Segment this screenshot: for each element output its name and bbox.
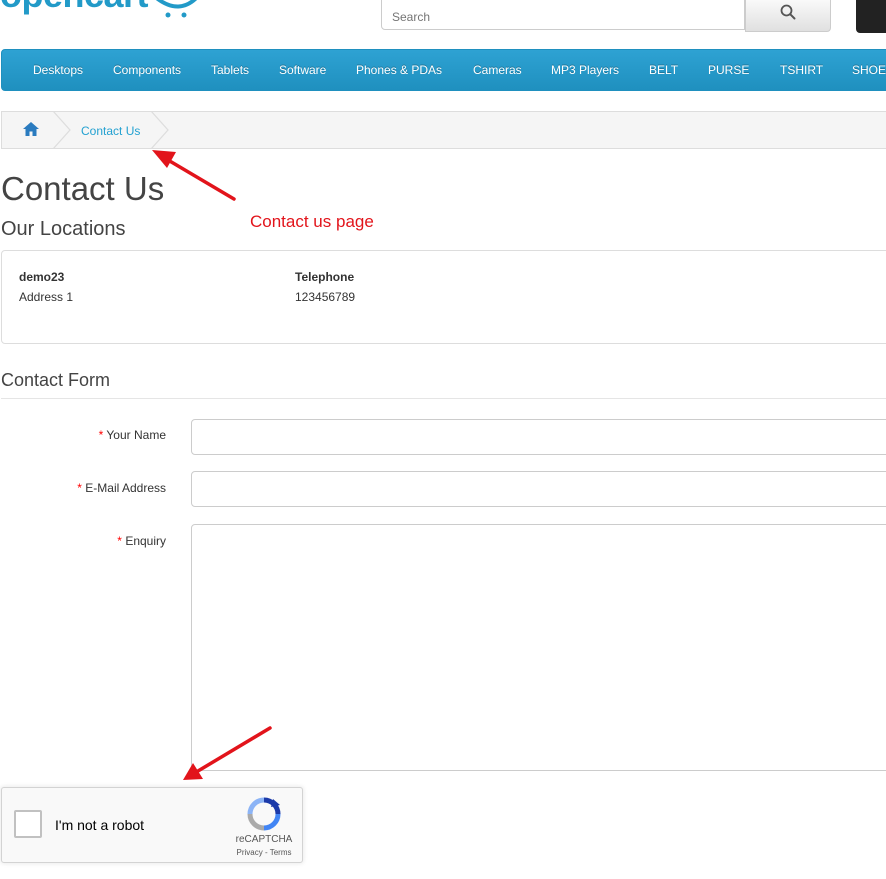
menu-item-purse[interactable]: PURSE xyxy=(708,63,749,77)
your-name-input[interactable] xyxy=(191,419,886,455)
recaptcha-checkbox[interactable] xyxy=(14,810,42,838)
breadcrumb: Contact Us xyxy=(1,111,886,149)
email-label: * E-Mail Address xyxy=(0,481,166,495)
breadcrumb-contact-us[interactable]: Contact Us xyxy=(81,124,140,138)
home-icon[interactable] xyxy=(22,121,40,137)
telephone-label: Telephone xyxy=(295,270,355,284)
breadcrumb-separator xyxy=(150,111,169,149)
search-icon xyxy=(780,4,796,20)
recaptcha-privacy-link[interactable]: Privacy xyxy=(237,848,263,857)
recaptcha-terms-link[interactable]: Terms xyxy=(270,848,292,857)
enquiry-label: * Enquiry xyxy=(0,534,166,548)
recaptcha-links-separator: - xyxy=(264,848,268,857)
menu-item-cameras[interactable]: Cameras xyxy=(473,63,522,77)
email-label-text: E-Mail Address xyxy=(85,481,166,495)
contact-form-legend: Contact Form xyxy=(1,370,111,390)
cart-button[interactable] xyxy=(856,0,886,33)
menu-item-desktops[interactable]: Desktops xyxy=(33,63,83,77)
menu-item-phones-pdas[interactable]: Phones & PDAs xyxy=(356,63,442,77)
recaptcha-links: Privacy - Terms xyxy=(234,848,294,857)
logo-cart-icon xyxy=(156,0,197,18)
recaptcha-logo-icon xyxy=(247,797,281,831)
main-menu: Desktops Components Tablets Software Pho… xyxy=(1,49,886,91)
recaptcha-label: I'm not a robot xyxy=(55,817,145,833)
enquiry-textarea[interactable] xyxy=(191,524,886,771)
telephone-value: 123456789 xyxy=(295,290,356,304)
enquiry-label-text: Enquiry xyxy=(125,534,166,548)
your-name-label-text: Your Name xyxy=(106,428,166,442)
menu-item-components[interactable]: Components xyxy=(113,63,181,77)
location-address: Address 1 xyxy=(19,290,74,304)
search-button[interactable] xyxy=(745,0,831,32)
annotation-arrow-breadcrumb xyxy=(152,150,236,201)
your-name-label: * Your Name xyxy=(0,428,166,442)
required-mark: * xyxy=(98,428,104,442)
location-panel: demo23 Address 1 Telephone 123456789 xyxy=(1,250,886,344)
search-input[interactable] xyxy=(381,0,745,30)
annotation-label: Contact us page xyxy=(250,212,374,231)
email-input[interactable] xyxy=(191,471,886,507)
locations-heading: Our Locations xyxy=(1,218,126,240)
recaptcha-widget: I'm not a robot reCAPTCHA Privacy - Term… xyxy=(1,787,303,863)
legend-divider xyxy=(1,398,886,399)
required-mark: * xyxy=(77,481,82,495)
menu-item-software[interactable]: Software xyxy=(279,63,326,77)
menu-item-belt[interactable]: BELT xyxy=(649,63,678,77)
menu-item-tshirt[interactable]: TSHIRT xyxy=(780,63,823,77)
logo-text: opencart xyxy=(0,0,149,16)
recaptcha-brand: reCAPTCHA xyxy=(235,834,293,845)
page-title: Contact Us xyxy=(1,170,165,207)
required-mark: * xyxy=(117,534,122,548)
breadcrumb-separator xyxy=(52,111,71,149)
menu-item-mp3-players[interactable]: MP3 Players xyxy=(551,63,619,77)
search-bar xyxy=(381,0,832,32)
menu-item-tablets[interactable]: Tablets xyxy=(211,63,249,77)
menu-item-shoe[interactable]: SHOE xyxy=(852,63,886,77)
location-name: demo23 xyxy=(19,270,65,284)
